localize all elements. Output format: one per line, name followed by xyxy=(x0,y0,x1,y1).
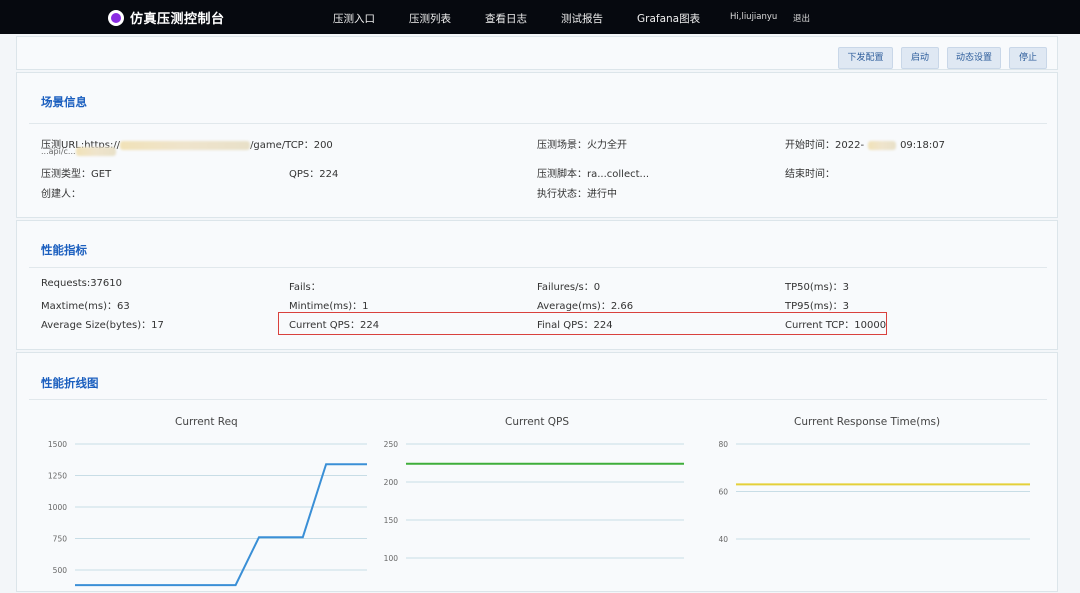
metric-average-size: Average Size(bytes)：17 xyxy=(41,320,164,331)
y-tick-label: 500 xyxy=(53,566,68,575)
divider xyxy=(29,267,1047,268)
user-greeting: Hi,liujianyu xyxy=(730,12,778,22)
stop-button[interactable]: 停止 xyxy=(1009,47,1047,69)
divider xyxy=(29,399,1047,400)
y-tick-label: 200 xyxy=(384,478,399,487)
chart-current-req: 1500 1250 1000 750 500 xyxy=(48,440,367,587)
start-time-field: 开始时间：2022- 09:18:07 xyxy=(785,140,945,151)
dynamic-settings-button[interactable]: 动态设置 xyxy=(947,47,1001,69)
scene-info-panel: 场景信息 压测URL:https:///game/TCP：200 ...api/… xyxy=(16,72,1058,218)
redacted-blur xyxy=(868,140,897,150)
y-tick-label: 750 xyxy=(53,535,68,544)
chart-title-req: Current Req xyxy=(175,416,238,428)
redacted-blur xyxy=(120,140,251,150)
script-field: 压测脚本：ra...collect... xyxy=(537,169,650,180)
creator-field: 创建人： xyxy=(41,189,81,200)
qps-field: QPS：224 xyxy=(289,169,339,180)
chart-current-qps: 250 200 150 100 xyxy=(384,440,684,563)
top-navigation-bar: 仿真压测控制台 压测入口 压测列表 查看日志 测试报告 Grafana图表 Hi… xyxy=(0,0,1080,34)
metric-mintime: Mintime(ms)：1 xyxy=(289,301,369,312)
app-title: 仿真压测控制台 xyxy=(130,12,225,27)
start-button[interactable]: 启动 xyxy=(901,47,939,69)
charts-title: 性能折线图 xyxy=(41,376,99,390)
nav-item-logs[interactable]: 查看日志 xyxy=(485,11,527,26)
y-tick-label: 1500 xyxy=(48,440,67,449)
y-tick-label: 150 xyxy=(384,516,399,525)
chart-response-time: 80 60 40 xyxy=(718,440,1030,544)
brand-logo-icon xyxy=(108,9,124,26)
nav-item-report[interactable]: 测试报告 xyxy=(561,11,603,26)
y-tick-label: 40 xyxy=(718,535,728,544)
divider xyxy=(29,123,1047,124)
highlight-box xyxy=(278,312,887,335)
metric-requests: Requests:37610 xyxy=(41,278,123,289)
logout-link[interactable]: 退出 xyxy=(793,12,810,24)
dispatch-config-button[interactable]: 下发配置 xyxy=(838,47,893,69)
y-tick-label: 60 xyxy=(718,488,728,497)
metric-tp50: TP50(ms)：3 xyxy=(785,282,849,293)
y-tick-label: 1250 xyxy=(48,472,67,481)
status-field: 执行状态：进行中 xyxy=(537,189,617,200)
scene-info-title: 场景信息 xyxy=(41,95,87,109)
charts-panel: 性能折线图 Current Req Current QPS Current Re… xyxy=(16,352,1058,592)
nav-item-grafana[interactable]: Grafana图表 xyxy=(637,11,700,26)
nav-item-entry[interactable]: 压测入口 xyxy=(333,11,375,26)
chart-title-qps: Current QPS xyxy=(505,416,570,428)
metric-average: Average(ms)：2.66 xyxy=(537,301,634,312)
y-tick-label: 250 xyxy=(384,440,399,449)
metric-tp95: TP95(ms)：3 xyxy=(785,301,849,312)
nav-item-list[interactable]: 压测列表 xyxy=(409,11,451,26)
y-tick-label: 1000 xyxy=(48,503,67,512)
metric-maxtime: Maxtime(ms)：63 xyxy=(41,301,130,312)
type-field: 压测类型：GET xyxy=(41,169,112,180)
y-tick-label: 80 xyxy=(718,440,728,449)
action-toolbar: 下发配置 启动 动态设置 停止 xyxy=(16,36,1058,70)
end-time-field: 结束时间： xyxy=(785,169,835,180)
brand[interactable]: 仿真压测控制台 xyxy=(108,8,225,27)
scene-field: 压测场景：火力全开 xyxy=(537,140,627,151)
perf-title: 性能指标 xyxy=(41,243,87,257)
metric-fails: Fails： xyxy=(289,282,321,293)
metric-failures-per-s: Failures/s：0 xyxy=(537,282,601,293)
chart-title-rt: Current Response Time(ms) xyxy=(794,416,941,428)
y-tick-label: 100 xyxy=(384,554,399,563)
series-line xyxy=(75,463,367,587)
url-line2: ...api/c... xyxy=(41,147,116,156)
